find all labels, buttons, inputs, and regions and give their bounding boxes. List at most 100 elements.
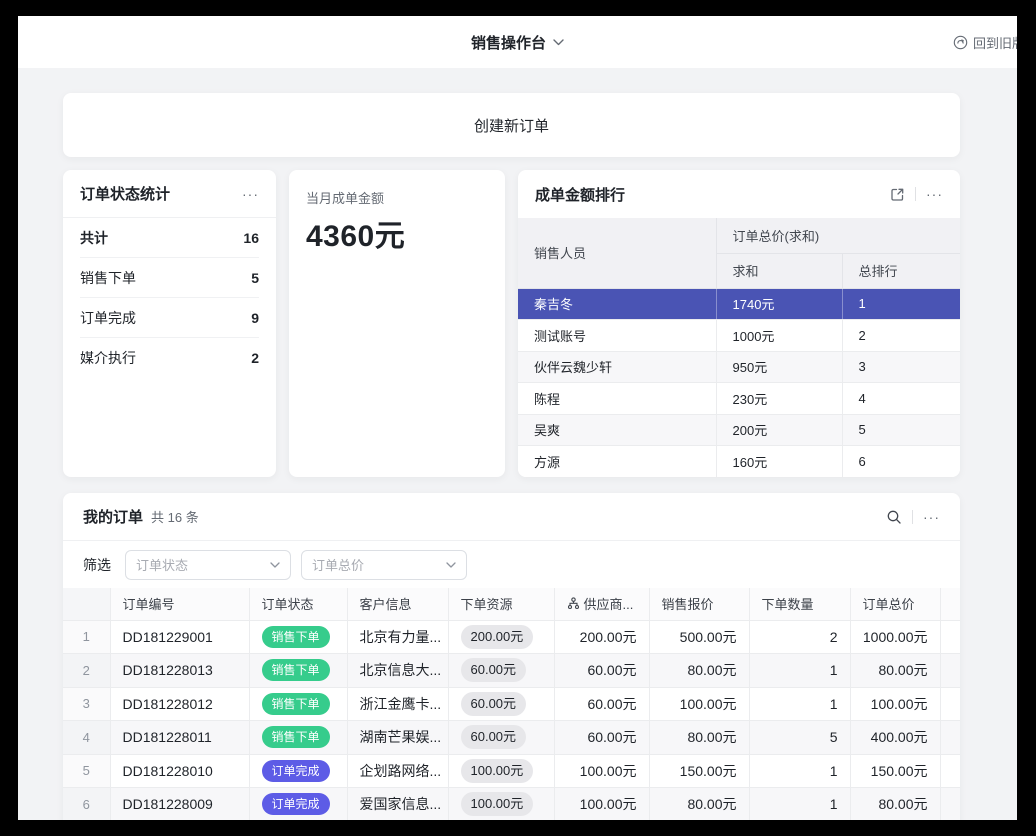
col-header-quote[interactable]: 销售报价 bbox=[649, 588, 749, 620]
status-cell: 订单完成 bbox=[249, 788, 347, 821]
col-header-resource[interactable]: 下单资源 bbox=[448, 588, 554, 620]
order-status-filter-select[interactable]: 订单状态 bbox=[125, 550, 291, 580]
extra-cell bbox=[940, 687, 960, 721]
total-cell: 400.00元 bbox=[850, 721, 940, 755]
ranking-row[interactable]: 方源 160元 6 bbox=[518, 446, 960, 478]
sum-value: 160元 bbox=[716, 446, 842, 478]
status-label: 订单完成 bbox=[80, 308, 136, 328]
more-icon[interactable]: ··· bbox=[923, 510, 940, 524]
ranking-row[interactable]: 吴爽 200元 5 bbox=[518, 414, 960, 446]
order-row[interactable]: 5 DD181228010 订单完成 企划路网络... 100.00元 100.… bbox=[63, 754, 960, 788]
qty-cell: 1 bbox=[749, 754, 850, 788]
row-index: 1 bbox=[63, 620, 110, 654]
order-no-cell: DD181229001 bbox=[110, 620, 249, 654]
extra-cell bbox=[940, 754, 960, 788]
my-orders-count: 共 16 条 bbox=[151, 507, 199, 526]
more-icon[interactable]: ··· bbox=[242, 187, 259, 201]
total-cell: 1000.00元 bbox=[850, 620, 940, 654]
col-header-order-total-sum[interactable]: 订单总价(求和) bbox=[716, 218, 960, 253]
col-header-salesperson[interactable]: 销售人员 bbox=[518, 218, 716, 288]
resource-pill: 60.00元 bbox=[461, 658, 527, 682]
ranking-row[interactable]: 秦吉冬 1740元 1 bbox=[518, 288, 960, 320]
ranking-row[interactable]: 陈程 230元 4 bbox=[518, 383, 960, 415]
resource-cell: 200.00元 bbox=[448, 620, 554, 654]
order-no-cell: DD181228010 bbox=[110, 754, 249, 788]
open-external-icon[interactable] bbox=[890, 187, 905, 202]
supplier-cell: 60.00元 bbox=[554, 687, 649, 721]
rank-value: 3 bbox=[842, 351, 960, 383]
status-row-sales[interactable]: 销售下单 5 bbox=[80, 258, 259, 298]
qty-cell: 5 bbox=[749, 721, 850, 755]
ranking-card: 成单金额排行 ··· 销售人员 订单总价(求和) 求和 总排行 秦吉冬 1740… bbox=[518, 170, 960, 477]
col-header-sum[interactable]: 求和 bbox=[716, 253, 842, 288]
order-no-cell: DD181228013 bbox=[110, 654, 249, 688]
status-badge: 销售下单 bbox=[262, 693, 330, 715]
status-label: 销售下单 bbox=[80, 268, 136, 288]
more-icon[interactable]: ··· bbox=[926, 187, 943, 201]
total-cell: 80.00元 bbox=[850, 788, 940, 821]
supplier-cell: 60.00元 bbox=[554, 654, 649, 688]
total-cell: 100.00元 bbox=[850, 687, 940, 721]
order-row[interactable]: 6 DD181228009 订单完成 爱国家信息... 100.00元 100.… bbox=[63, 788, 960, 821]
status-cell: 订单完成 bbox=[249, 754, 347, 788]
col-header-qty[interactable]: 下单数量 bbox=[749, 588, 850, 620]
status-stats-list: 共计 16 销售下单 5 订单完成 9 媒介执行 2 bbox=[63, 218, 276, 378]
order-row[interactable]: 3 DD181228012 销售下单 浙江金鹰卡... 60.00元 60.00… bbox=[63, 687, 960, 721]
row-index: 4 bbox=[63, 721, 110, 755]
workspace-switcher[interactable]: 销售操作台 bbox=[18, 16, 1017, 68]
order-no-cell: DD181228011 bbox=[110, 721, 249, 755]
col-header-supplier[interactable]: 供应商... bbox=[554, 588, 649, 620]
create-order-button[interactable]: 创建新订单 bbox=[63, 93, 960, 157]
quote-cell: 100.00元 bbox=[649, 687, 749, 721]
month-amount-value: 4360元 bbox=[306, 211, 488, 255]
rank-value: 2 bbox=[842, 320, 960, 352]
status-value: 2 bbox=[251, 350, 259, 366]
quote-cell: 500.00元 bbox=[649, 620, 749, 654]
order-no-cell: DD181228009 bbox=[110, 788, 249, 821]
col-header-status[interactable]: 订单状态 bbox=[249, 588, 347, 620]
status-badge: 销售下单 bbox=[262, 659, 330, 681]
resource-cell: 100.00元 bbox=[448, 788, 554, 821]
ranking-row[interactable]: 测试账号 1000元 2 bbox=[518, 320, 960, 352]
app-window: 销售操作台 回到旧版 创建新订单 订单状态统计 ··· 共计 16 bbox=[18, 16, 1017, 820]
supplier-cell: 100.00元 bbox=[554, 754, 649, 788]
my-orders-card: 我的订单 共 16 条 ··· 筛选 订单状态 订单总价 bbox=[63, 493, 960, 820]
resource-cell: 60.00元 bbox=[448, 654, 554, 688]
order-row[interactable]: 1 DD181229001 销售下单 北京有力量... 200.00元 200.… bbox=[63, 620, 960, 654]
status-badge: 销售下单 bbox=[262, 626, 330, 648]
status-row-total[interactable]: 共计 16 bbox=[80, 218, 259, 258]
rank-value: 1 bbox=[842, 288, 960, 320]
extra-cell bbox=[940, 654, 960, 688]
row-index: 3 bbox=[63, 687, 110, 721]
rank-value: 5 bbox=[842, 414, 960, 446]
qty-cell: 1 bbox=[749, 687, 850, 721]
order-row[interactable]: 2 DD181228013 销售下单 北京信息大... 60.00元 60.00… bbox=[63, 654, 960, 688]
extra-cell bbox=[940, 788, 960, 821]
status-row-done[interactable]: 订单完成 9 bbox=[80, 298, 259, 338]
status-row-media[interactable]: 媒介执行 2 bbox=[80, 338, 259, 378]
salesperson-name: 吴爽 bbox=[518, 414, 716, 446]
my-orders-header: 我的订单 共 16 条 ··· bbox=[63, 493, 960, 541]
ranking-row[interactable]: 伙伴云魏少轩 950元 3 bbox=[518, 351, 960, 383]
my-orders-title: 我的订单 bbox=[83, 506, 143, 527]
status-badge: 订单完成 bbox=[262, 793, 330, 815]
status-cell: 销售下单 bbox=[249, 654, 347, 688]
topbar: 销售操作台 回到旧版 bbox=[18, 16, 1017, 68]
customer-cell: 企划路网络... bbox=[347, 754, 448, 788]
status-badge: 销售下单 bbox=[262, 726, 330, 748]
supplier-cell: 60.00元 bbox=[554, 721, 649, 755]
salesperson-name: 方源 bbox=[518, 446, 716, 478]
resource-pill: 100.00元 bbox=[461, 759, 534, 783]
quote-cell: 80.00元 bbox=[649, 788, 749, 821]
order-total-filter-select[interactable]: 订单总价 bbox=[301, 550, 467, 580]
status-cell: 销售下单 bbox=[249, 721, 347, 755]
create-order-label: 创建新订单 bbox=[474, 115, 549, 136]
extra-cell bbox=[940, 620, 960, 654]
col-header-rank[interactable]: 总排行 bbox=[842, 253, 960, 288]
back-to-old-version-link[interactable]: 回到旧版 bbox=[953, 16, 1017, 68]
col-header-order-no[interactable]: 订单编号 bbox=[110, 588, 249, 620]
col-header-total[interactable]: 订单总价 bbox=[850, 588, 940, 620]
search-icon[interactable] bbox=[886, 509, 902, 525]
order-row[interactable]: 4 DD181228011 销售下单 湖南芒果娱... 60.00元 60.00… bbox=[63, 721, 960, 755]
col-header-customer[interactable]: 客户信息 bbox=[347, 588, 448, 620]
